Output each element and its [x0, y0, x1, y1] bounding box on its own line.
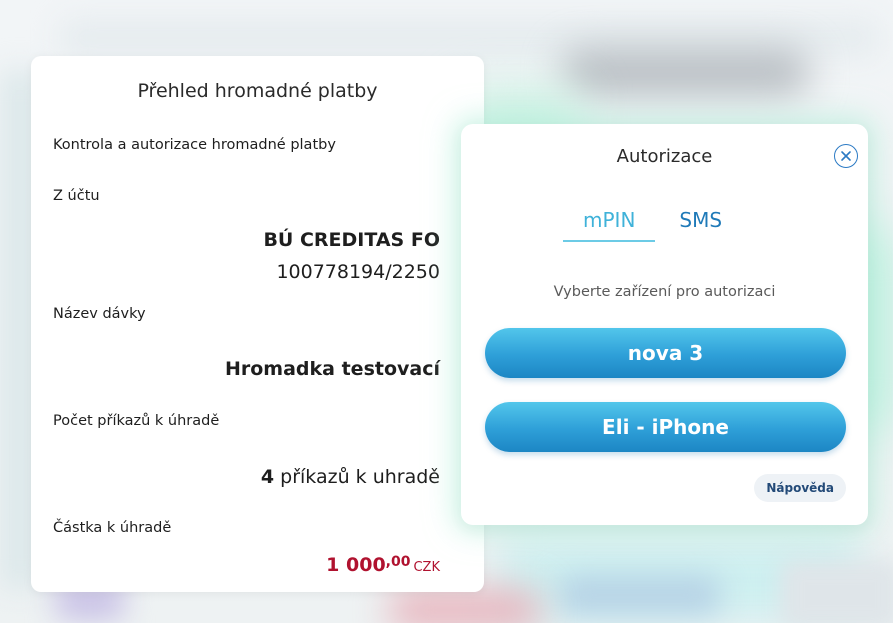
device-button[interactable]: nova 3 — [485, 328, 846, 378]
amount-currency: CZK — [413, 560, 440, 575]
amount-value: 1 000,00 CZK — [326, 554, 440, 576]
tab-mpin[interactable]: mPIN — [563, 208, 656, 242]
authorization-modal: Autorizace mPIN SMS Vyberte zařízení pro… — [461, 124, 868, 525]
amount-label: Částka k úhradě — [53, 520, 172, 536]
amount-display: 1 000,00 CZK — [326, 554, 440, 576]
overview-title: Přehled hromadné platby — [137, 80, 378, 102]
account-number: 100778194/2250 — [276, 261, 440, 283]
bg-blur-button — [390, 590, 540, 623]
amount-integer: 1 000 — [326, 554, 386, 576]
orders-count-suffix: příkazů k uhradě — [280, 466, 440, 488]
tab-sms[interactable]: SMS — [679, 208, 722, 242]
bg-blur-title — [560, 48, 810, 96]
modal-title: Autorizace — [616, 146, 713, 167]
bg-blur-button — [560, 575, 720, 615]
device-hint: Vyberte zařízení pro autorizaci — [553, 284, 776, 300]
orders-count: 4 příkazů k uhradě — [261, 466, 440, 488]
batch-name: Hromadka testovací — [224, 358, 440, 380]
auth-method-tabs: mPIN SMS — [563, 208, 722, 242]
amount-decimal: ,00 — [385, 554, 411, 570]
bg-blur-panel — [780, 560, 893, 623]
payment-overview-card: Přehled hromadné platby Kontrola a autor… — [31, 56, 484, 592]
orders-count-label: Počet příkazů k úhradě — [53, 413, 220, 429]
close-button[interactable] — [834, 144, 858, 168]
device-button[interactable]: Eli - iPhone — [485, 402, 846, 452]
batch-name-label: Název dávky — [53, 306, 146, 322]
overview-subtitle: Kontrola a autorizace hromadné platby — [53, 137, 336, 153]
help-button[interactable]: Nápověda — [754, 474, 846, 502]
from-account-label: Z účtu — [53, 188, 100, 204]
account-name: BÚ CREDITAS FO — [263, 229, 440, 251]
close-circle-icon — [841, 151, 851, 161]
orders-count-number: 4 — [260, 466, 275, 488]
